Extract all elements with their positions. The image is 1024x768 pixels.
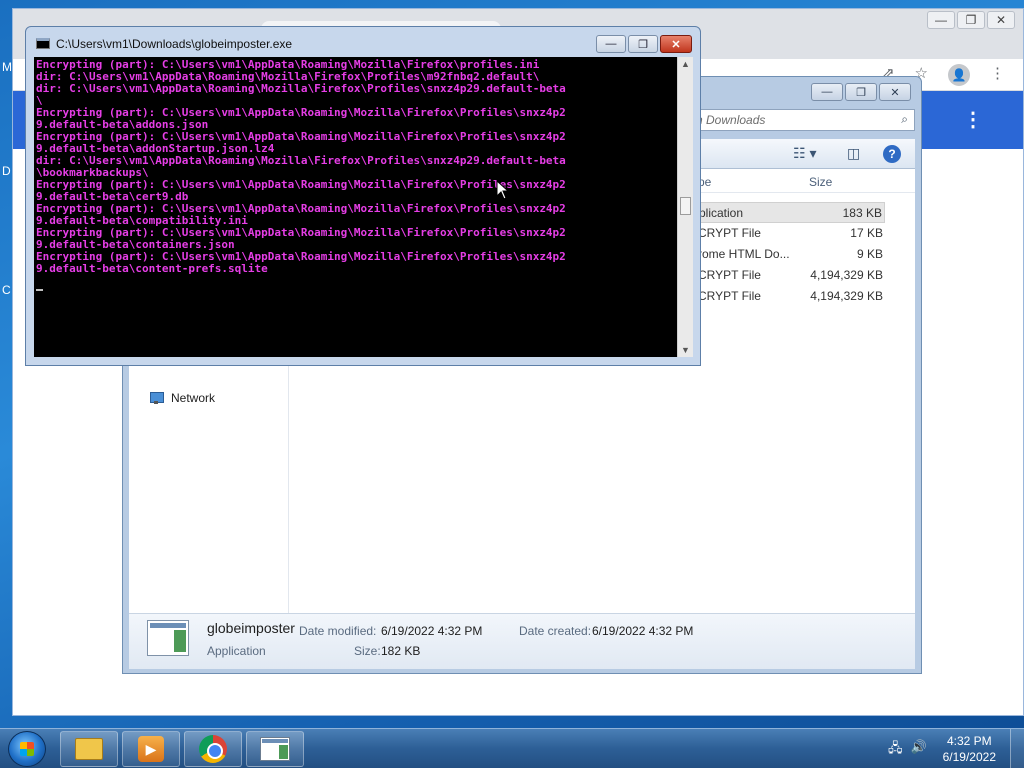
file-size: 17 KB [850, 226, 883, 240]
taskbar-globeimposter[interactable] [246, 731, 304, 767]
menu-icon[interactable]: ⋮ [990, 64, 1005, 86]
search-icon[interactable]: ⌕ [901, 112, 908, 127]
clock[interactable]: 4:32 PM 6/19/2022 [943, 733, 996, 765]
nav-item-label: Network [171, 391, 216, 405]
application-icon [147, 620, 189, 656]
application-icon [260, 737, 290, 761]
start-button[interactable] [8, 731, 46, 767]
console-titlebar[interactable]: C:\Users\vm1\Downloads\globeimposter.exe… [26, 27, 700, 57]
taskbar-file-explorer[interactable] [60, 731, 118, 767]
network-tray-icon[interactable]: 🖧 [888, 739, 903, 761]
file-type: rome HTML Do... [698, 247, 790, 261]
folder-icon [75, 738, 103, 760]
details-date-modified-label: Date modified: [299, 624, 377, 638]
taskbar: ▶ 🖧 🔊 4:32 PM 6/19/2022 [0, 728, 1024, 768]
console-line: 9.default-beta\content-prefs.sqlite [36, 262, 268, 275]
file-size: 4,194,329 KB [810, 289, 883, 303]
column-size[interactable]: Size [809, 175, 832, 189]
explorer-window-controls: — ❐ ✕ [811, 83, 911, 101]
search-input[interactable]: ch Downloads ⌕ [683, 109, 915, 131]
details-file-name: globeimposter [207, 620, 295, 636]
minimize-button[interactable]: — [596, 35, 626, 53]
file-size: 4,194,329 KB [810, 268, 883, 282]
scroll-down-icon[interactable]: ▼ [681, 345, 690, 355]
page-menu-icon[interactable]: ⋮ [963, 107, 983, 132]
details-date-modified: 6/19/2022 4:32 PM [381, 624, 483, 638]
details-file-type: Application [207, 644, 266, 658]
help-icon[interactable]: ? [883, 145, 901, 163]
console-app-icon[interactable] [36, 38, 50, 49]
clock-time: 4:32 PM [946, 734, 992, 748]
file-type: CRYPT File [698, 289, 761, 303]
maximize-button[interactable]: ❐ [628, 35, 658, 53]
text-cursor [36, 289, 43, 291]
nav-item-network[interactable]: Network [149, 391, 215, 405]
system-tray: 🖧 🔊 [888, 739, 927, 761]
details-size-label: Size: [354, 644, 381, 658]
search-placeholder: ch Downloads [690, 113, 766, 127]
chrome-window-controls: — ❐ ✕ [927, 11, 1015, 29]
details-pane: globeimposter Application Date modified:… [129, 613, 915, 669]
clock-date: 6/19/2022 [942, 750, 996, 764]
show-desktop-button[interactable] [1010, 729, 1024, 768]
profile-icon[interactable]: 👤 [948, 64, 970, 86]
preview-pane-icon[interactable]: ◫ [847, 145, 860, 162]
volume-icon[interactable]: 🔊 [911, 739, 927, 761]
network-icon [149, 391, 165, 405]
desktop-edge-letter: D [2, 164, 11, 178]
view-options-icon[interactable]: ☷ ▾ [793, 145, 816, 162]
console-scrollbar[interactable]: ▲ ▼ [677, 57, 693, 357]
file-type: CRYPT File [698, 226, 761, 240]
taskbar-chrome[interactable] [184, 731, 242, 767]
file-size: 183 KB [842, 206, 882, 220]
file-type: plication [699, 206, 744, 220]
minimize-button[interactable]: — [811, 83, 843, 101]
taskbar-media-player[interactable]: ▶ [122, 731, 180, 767]
minimize-button[interactable]: — [927, 11, 955, 29]
console-output[interactable]: Encrypting (part): C:\Users\vm1\AppData\… [34, 57, 677, 357]
file-size: 9 KB [856, 247, 883, 261]
details-date-created: 6/19/2022 4:32 PM [592, 624, 694, 638]
close-button[interactable]: ✕ [987, 11, 1015, 29]
console-line: dir: C:\Users\vm1\AppData\Roaming\Mozill… [36, 82, 566, 95]
console-window-controls: — ❐ ✕ [596, 35, 692, 53]
details-size: 182 KB [381, 644, 421, 658]
scroll-up-icon[interactable]: ▲ [681, 59, 690, 69]
media-player-icon: ▶ [138, 736, 164, 762]
console-title: C:\Users\vm1\Downloads\globeimposter.exe [56, 37, 293, 51]
scrollbar-thumb[interactable] [680, 197, 691, 215]
chrome-icon [199, 735, 227, 763]
details-date-created-label: Date created: [519, 624, 592, 638]
file-type: CRYPT File [698, 268, 761, 282]
maximize-button[interactable]: ❐ [957, 11, 985, 29]
close-button[interactable]: ✕ [879, 83, 911, 101]
desktop-edge-letter: M [2, 60, 12, 74]
desktop-edge-letter: C [2, 283, 11, 297]
maximize-button[interactable]: ❐ [845, 83, 877, 101]
mouse-pointer-icon [496, 180, 510, 200]
close-button[interactable]: ✕ [660, 35, 692, 53]
console-window: C:\Users\vm1\Downloads\globeimposter.exe… [25, 26, 701, 366]
